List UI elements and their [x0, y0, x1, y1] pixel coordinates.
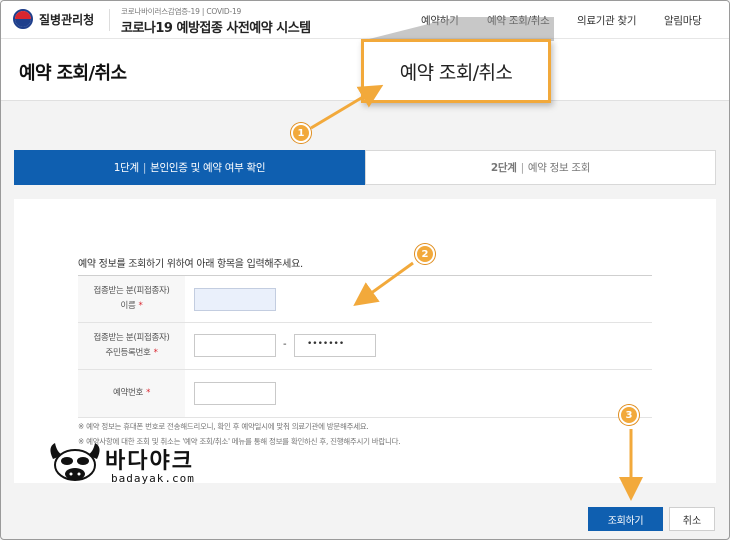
system-title: 코로나19 예방접종 사전예약 시스템: [121, 21, 311, 36]
marker-2: 2: [415, 244, 435, 264]
resident-id-label: 접종받는 분(피접종자) 주민등록번호 *: [78, 323, 185, 369]
watermark-url: badayak.com: [111, 472, 195, 485]
name-label-line1: 접종받는 분(피접종자): [93, 286, 170, 296]
callout-magnified-menu: 예약 조회/취소: [361, 39, 551, 103]
page-title: 예약 조회/취소: [19, 63, 127, 84]
cow-mascot-icon: [50, 443, 100, 481]
marker-1: 1: [291, 123, 311, 143]
header-divider: [109, 9, 110, 31]
reservation-number-label: 예약번호 *: [78, 370, 185, 417]
lookup-form: 접종받는 분(피접종자) 이름 * 접종받는 분(피접종자) 주민등록번호 * - …: [78, 275, 652, 418]
step-1-number: 1단계: [113, 162, 139, 174]
resident-id-back-input[interactable]: •••••••: [294, 334, 376, 357]
required-mark: *: [146, 388, 151, 398]
screenshot-frame: 질병관리청 코로나바이러스감염증-19 | COVID-19 코로나19 예방접…: [0, 0, 730, 540]
resident-id-front-input[interactable]: [194, 334, 276, 357]
watermark-text: 바다야크: [105, 449, 194, 474]
nav-notice[interactable]: 알림마당: [664, 13, 702, 28]
form-row-name: 접종받는 분(피접종자) 이름 *: [78, 276, 652, 323]
reservation-number-label-wrap: 예약번호 *: [113, 386, 150, 401]
logo-text: 질병관리청: [39, 12, 95, 27]
resident-id-label-line2: 주민등록번호: [105, 348, 151, 358]
nav-lookup-cancel[interactable]: 예약 조회/취소: [487, 13, 550, 28]
reservation-number-label-text: 예약번호: [112, 388, 144, 398]
step-2-number: 2단계: [490, 162, 517, 174]
site-header: 질병관리청 코로나바이러스감염증-19 | COVID-19 코로나19 예방접…: [1, 1, 729, 39]
name-input[interactable]: [194, 288, 276, 311]
step-2-label: 예약 정보 조회: [527, 162, 591, 174]
form-row-reservation-number: 예약번호 *: [78, 370, 652, 418]
form-row-resident-id: 접종받는 분(피접종자) 주민등록번호 * - •••••••: [78, 323, 652, 370]
kdca-logo-icon: [13, 9, 33, 29]
marker-3: 3: [619, 405, 639, 425]
nav-find-hospital[interactable]: 의료기관 찾기: [577, 13, 637, 28]
required-mark: *: [153, 348, 158, 358]
step-1-tab: 1단계 | 본인인증 및 예약 여부 확인: [14, 150, 365, 185]
note-1: ※ 예약 정보는 휴대폰 번호로 전송해드리오니, 확인 후 예약일시에 맞춰 …: [78, 422, 369, 431]
cancel-button[interactable]: 취소: [669, 507, 715, 531]
step-separator: |: [520, 161, 525, 174]
resident-id-dash: -: [283, 339, 287, 350]
masked-value: •••••••: [307, 339, 345, 349]
name-label: 접종받는 분(피접종자) 이름 *: [78, 276, 185, 322]
system-subtitle: 코로나바이러스감염증-19 | COVID-19: [121, 7, 242, 16]
form-instruction: 예약 정보를 조회하기 위하여 아래 항목을 입력해주세요.: [78, 259, 303, 270]
name-label-line2-wrap: 이름 *: [121, 299, 143, 314]
logo[interactable]: 질병관리청: [13, 9, 94, 29]
step-separator: |: [142, 161, 147, 174]
callout-label: 예약 조회/취소: [399, 61, 513, 84]
reservation-number-input[interactable]: [194, 382, 276, 405]
step-1-label: 본인인증 및 예약 여부 확인: [150, 162, 266, 174]
step-2-tab: 2단계 | 예약 정보 조회: [365, 150, 716, 185]
nav-reserve[interactable]: 예약하기: [421, 13, 459, 28]
resident-id-label-line2-wrap: 주민등록번호 *: [105, 346, 157, 361]
required-mark: *: [138, 301, 143, 311]
lookup-button[interactable]: 조회하기: [588, 507, 663, 531]
name-label-line2: 이름: [120, 301, 136, 311]
resident-id-label-line1: 접종받는 분(피접종자): [93, 333, 170, 343]
